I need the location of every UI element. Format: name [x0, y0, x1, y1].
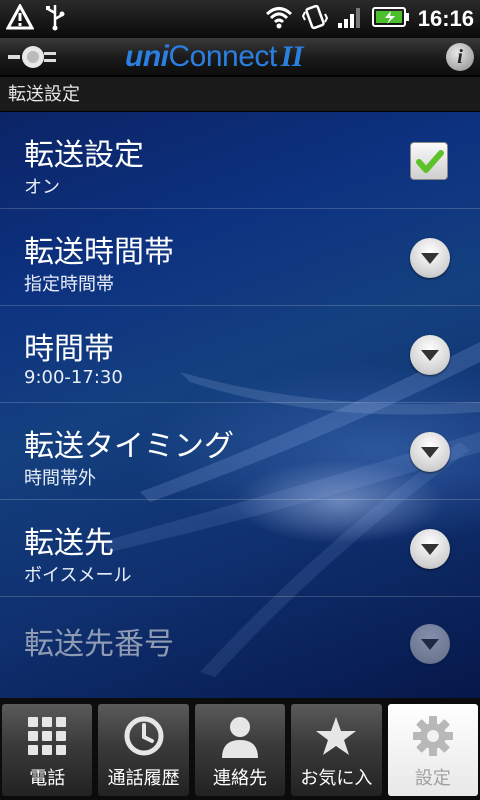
setting-title: 転送時間帯 — [24, 235, 174, 270]
checkmark-icon — [416, 150, 444, 173]
setting-value: 指定時間帯 — [24, 274, 114, 295]
battery-charging-icon — [371, 6, 410, 32]
tab-label: 連絡先 — [213, 768, 268, 789]
plug-icon — [8, 44, 58, 74]
tab-settings[interactable]: 設定 — [387, 704, 479, 796]
setting-value: 9:00-17:30 — [24, 367, 123, 388]
tab-label: お気に入 — [300, 768, 373, 789]
forwarding-checkbox[interactable] — [410, 142, 448, 180]
setting-title: 転送先番号 — [24, 627, 174, 662]
setting-title: 転送先 — [24, 526, 114, 561]
star-icon — [314, 714, 358, 762]
setting-value: ボイスメール — [24, 565, 132, 586]
chevron-down-icon — [421, 253, 439, 264]
setting-row-forwarding[interactable]: 転送設定 オン — [0, 112, 480, 209]
dropdown-button — [410, 624, 450, 664]
vibrate-icon — [301, 4, 328, 34]
dropdown-button[interactable] — [410, 335, 450, 375]
chevron-down-icon — [421, 639, 439, 650]
chevron-down-icon — [421, 447, 439, 458]
dialpad-icon — [25, 714, 69, 762]
setting-row-timing[interactable]: 転送タイミング 時間帯外 — [0, 403, 480, 500]
person-icon — [218, 714, 262, 762]
setting-row-destination-number: 転送先番号 — [0, 597, 480, 694]
dropdown-button[interactable] — [410, 432, 450, 472]
gear-icon — [411, 714, 455, 762]
tab-favorites[interactable]: お気に入 — [291, 704, 382, 796]
tab-phone[interactable]: 電話 — [2, 704, 93, 796]
dropdown-button[interactable] — [410, 529, 450, 569]
tab-label: 設定 — [414, 768, 451, 789]
tab-contacts[interactable]: 連絡先 — [194, 704, 286, 796]
app-header: uniConnect II i — [0, 38, 480, 76]
section-title: 転送設定 — [0, 77, 480, 112]
wifi-icon — [264, 5, 294, 33]
app-logo: uniConnect II — [125, 40, 304, 73]
setting-title: 転送タイミング — [24, 429, 234, 464]
status-bar: 16:16 — [0, 0, 480, 38]
settings-list: 転送設定 オン 転送時間帯 指定時間帯 時間帯 9:00-17:30 転送タイミ… — [0, 112, 480, 698]
chevron-down-icon — [421, 350, 439, 361]
setting-title: 転送設定 — [24, 138, 144, 173]
setting-value: 時間帯外 — [24, 468, 96, 489]
setting-value: オン — [24, 177, 60, 198]
signal-icon — [336, 5, 364, 33]
info-button[interactable]: i — [446, 43, 474, 71]
tab-call-history[interactable]: 通話履歴 — [98, 704, 189, 796]
tab-label: 通話履歴 — [107, 768, 180, 789]
status-clock: 16:16 — [417, 6, 474, 31]
chevron-down-icon — [421, 544, 439, 555]
usb-icon — [44, 3, 66, 35]
setting-row-forwarding-period[interactable]: 転送時間帯 指定時間帯 — [0, 209, 480, 306]
setting-row-destination[interactable]: 転送先 ボイスメール — [0, 500, 480, 597]
clock-icon — [122, 714, 166, 762]
setting-title: 時間帯 — [24, 332, 114, 367]
bottom-tab-bar: 電話 通話履歴 連絡先 お気に入 設定 — [0, 698, 480, 800]
setting-row-time-range[interactable]: 時間帯 9:00-17:30 — [0, 306, 480, 403]
dropdown-button[interactable] — [410, 238, 450, 278]
info-icon: i — [457, 46, 463, 68]
tab-label: 電話 — [29, 768, 66, 789]
alert-icon — [5, 2, 35, 34]
